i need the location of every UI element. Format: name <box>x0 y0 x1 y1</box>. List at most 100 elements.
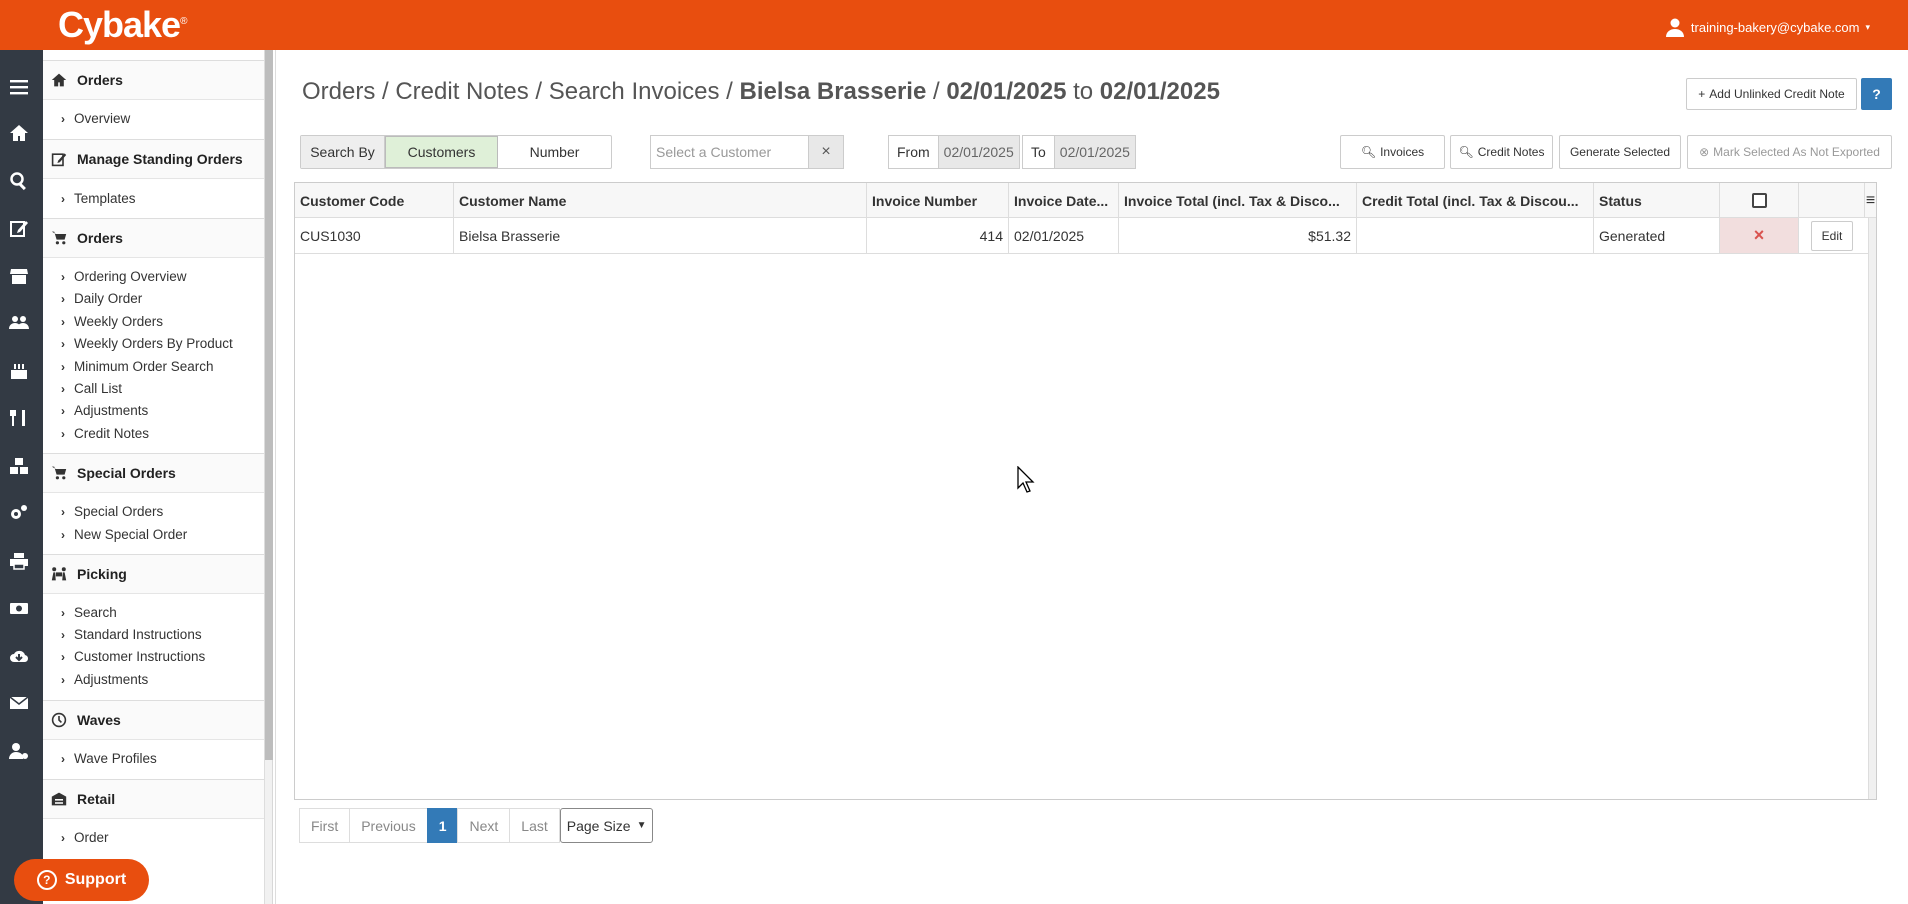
hamburger-icon[interactable] <box>8 76 30 98</box>
generate-selected-button[interactable]: Generate Selected <box>1559 135 1681 169</box>
sidebar-item-weekly-orders[interactable]: › Weekly Orders <box>61 314 163 329</box>
button-label: Mark Selected As Not Exported <box>1713 145 1880 159</box>
cell-credit-total <box>1357 218 1594 253</box>
column-credit-total[interactable]: Credit Total (incl. Tax & Discou... <box>1357 183 1594 218</box>
utensils-icon[interactable] <box>8 407 30 429</box>
pagination: First Previous 1 Next Last Page Size ▼ <box>299 808 654 843</box>
invoices-button[interactable]: 🔍︎ Invoices <box>1340 135 1445 169</box>
column-invoice-number[interactable]: Invoice Number <box>867 183 1009 218</box>
sidebar-item-weekly-orders-by-product[interactable]: › Weekly Orders By Product <box>61 336 233 351</box>
button-label: Invoices <box>1380 145 1425 159</box>
sidebar-item-standard-instructions[interactable]: › Standard Instructions <box>61 627 202 642</box>
column-menu-icon[interactable]: ≡ <box>1865 183 1876 218</box>
sidebar-item-picking-adjustments[interactable]: › Adjustments <box>61 672 148 687</box>
from-date-input[interactable]: 02/01/2025 <box>938 136 1019 168</box>
credit-notes-button[interactable]: 🔍︎ Credit Notes <box>1450 135 1553 169</box>
sidebar-item-label: New Special Order <box>74 527 188 542</box>
sidebar-item-overview[interactable]: › Overview <box>61 111 130 126</box>
select-all-checkbox[interactable] <box>1751 193 1767 208</box>
next-page-button[interactable]: Next <box>457 808 511 843</box>
cell-invoice-number: 414 <box>867 218 1009 253</box>
users-icon[interactable] <box>8 312 30 334</box>
page-1-button[interactable]: 1 <box>426 808 459 843</box>
home-icon[interactable] <box>8 122 30 144</box>
column-select-all <box>1720 183 1799 218</box>
to-date-group: To 02/01/2025 <box>1022 135 1136 169</box>
column-invoice-date[interactable]: Invoice Date... <box>1009 183 1119 218</box>
sidebar-item-customer-instructions[interactable]: › Customer Instructions <box>61 649 205 664</box>
sidebar-item-new-special-order[interactable]: › New Special Order <box>61 527 187 542</box>
table-row[interactable]: CUS1030 Bielsa Brasserie 414 02/01/2025 … <box>295 218 1876 254</box>
chevron-right-icon: › <box>61 111 65 126</box>
to-date-input[interactable]: 02/01/2025 <box>1054 136 1135 168</box>
clear-customer-button[interactable]: × <box>808 136 843 168</box>
sidebar-item-daily-order[interactable]: › Daily Order <box>61 291 142 306</box>
last-page-button[interactable]: Last <box>509 808 560 843</box>
column-customer-name[interactable]: Customer Name <box>454 183 867 218</box>
sidebar-item-minimum-order-search[interactable]: › Minimum Order Search <box>61 359 214 374</box>
grid-scrollbar[interactable] <box>1868 218 1876 799</box>
first-page-button[interactable]: First <box>299 808 351 843</box>
store-icon[interactable] <box>8 265 30 287</box>
section-orders-2[interactable]: Orders <box>43 218 264 258</box>
envelope-icon[interactable] <box>8 692 30 714</box>
section-retail[interactable]: Retail <box>43 779 264 819</box>
printer-icon[interactable] <box>8 550 30 572</box>
question-circle-icon: ? <box>36 870 57 890</box>
edit-button[interactable]: Edit <box>1811 220 1853 251</box>
sidebar-item-call-list[interactable]: › Call List <box>61 381 122 396</box>
column-customer-code[interactable]: Customer Code <box>295 183 454 218</box>
sidebar-scrollbar-thumb[interactable] <box>265 50 273 760</box>
section-manage-standing-orders[interactable]: Manage Standing Orders <box>43 139 264 179</box>
help-button[interactable]: ? <box>1861 78 1892 110</box>
cybake-logo[interactable]: Cybake® <box>58 4 188 46</box>
sidebar-item-templates[interactable]: › Templates <box>61 191 136 206</box>
money-icon[interactable] <box>8 597 30 619</box>
clock-icon <box>51 712 67 728</box>
remove-icon[interactable]: × <box>1720 218 1799 253</box>
user-menu[interactable]: training-bakery@cybake.com ▾ <box>1665 17 1870 37</box>
previous-page-button[interactable]: Previous <box>349 808 428 843</box>
section-special-orders[interactable]: Special Orders <box>43 453 264 493</box>
edit-icon[interactable] <box>8 217 30 239</box>
sidebar-item-adjustments[interactable]: › Adjustments <box>61 403 148 418</box>
sidebar-item-order[interactable]: › Order <box>61 830 109 845</box>
sidebar-item-wave-profiles[interactable]: › Wave Profiles <box>61 751 157 766</box>
cell-invoice-total: $51.32 <box>1119 218 1357 253</box>
cogs-icon[interactable] <box>8 502 30 524</box>
cake-icon[interactable] <box>8 360 30 382</box>
chevron-right-icon: › <box>61 649 65 664</box>
chevron-right-icon: › <box>61 672 65 687</box>
from-label: From <box>889 136 939 168</box>
number-toggle[interactable]: Number <box>498 136 611 168</box>
customers-toggle[interactable]: Customers <box>385 136 498 168</box>
section-picking[interactable]: Picking <box>43 554 264 594</box>
sidebar-item-credit-notes[interactable]: › Credit Notes <box>61 426 149 441</box>
title-customer: Bielsa Brasserie <box>739 78 927 105</box>
search-by-toggle: Search By Customers Number <box>300 135 612 169</box>
title-date-to: 02/01/2025 <box>1099 78 1220 105</box>
to-label: To <box>1023 136 1055 168</box>
edit-icon <box>51 153 67 167</box>
people-carry-icon <box>51 567 67 581</box>
section-orders[interactable]: Orders <box>43 60 264 100</box>
search-icon[interactable] <box>8 170 30 192</box>
section-waves[interactable]: Waves <box>43 700 264 740</box>
user-icon <box>1665 18 1684 37</box>
sidebar-item-ordering-overview[interactable]: › Ordering Overview <box>61 269 187 284</box>
column-invoice-total[interactable]: Invoice Total (incl. Tax & Disco... <box>1119 183 1357 218</box>
customer-select[interactable]: Select a Customer × <box>650 135 844 169</box>
column-status[interactable]: Status <box>1594 183 1720 218</box>
sidebar-item-search[interactable]: › Search <box>61 605 117 620</box>
mark-not-exported-button[interactable]: ⊗ Mark Selected As Not Exported <box>1687 135 1892 169</box>
cloud-download-icon[interactable] <box>8 645 30 667</box>
boxes-icon[interactable] <box>8 455 30 477</box>
cart-icon <box>51 466 67 480</box>
chevron-right-icon: › <box>61 269 65 284</box>
user-cog-icon[interactable] <box>8 740 30 762</box>
sidebar-item-special-orders[interactable]: › Special Orders <box>61 504 163 519</box>
page-size-select[interactable]: Page Size ▼ <box>559 808 654 843</box>
add-unlinked-credit-note-button[interactable]: + Add Unlinked Credit Note <box>1686 78 1857 110</box>
support-button[interactable]: ? Support <box>14 859 149 901</box>
title-separator: / <box>926 78 947 105</box>
